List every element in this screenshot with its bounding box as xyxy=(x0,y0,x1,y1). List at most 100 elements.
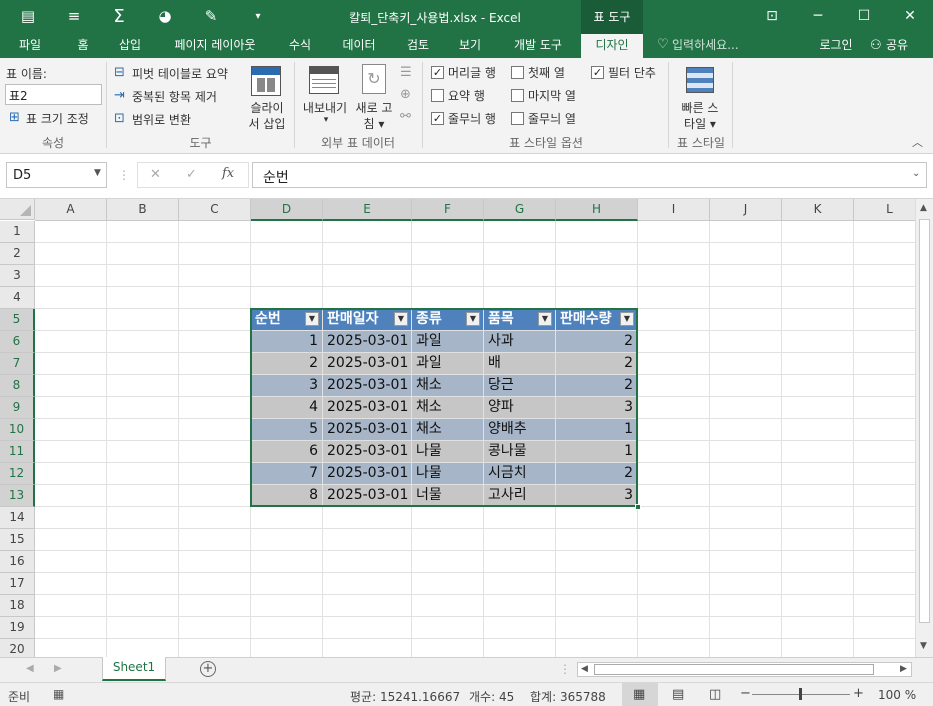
close-button[interactable]: ✕ xyxy=(888,0,932,32)
table-cell[interactable]: 너물 xyxy=(412,485,483,506)
row-header-14[interactable]: 14 xyxy=(0,507,35,529)
maximize-button[interactable]: ☐ xyxy=(842,0,886,32)
column-header-h[interactable]: H xyxy=(556,199,638,221)
summarize-pivot-button[interactable]: 피벗 테이블로 요약 xyxy=(132,65,228,82)
remove-duplicates-button[interactable]: 중복된 항목 제거 xyxy=(132,88,217,105)
table-cell[interactable]: 2 xyxy=(556,463,637,484)
ribbon-display-options-icon[interactable]: ⊡ xyxy=(750,0,794,32)
table-cell[interactable]: 3 xyxy=(251,375,322,396)
row-header-17[interactable]: 17 xyxy=(0,573,35,595)
save-icon[interactable]: ▤ xyxy=(12,0,44,32)
column-header-k[interactable]: K xyxy=(782,199,854,221)
convert-to-range-button[interactable]: 범위로 변환 xyxy=(132,111,191,128)
table-cell[interactable]: 6 xyxy=(251,441,322,462)
table-cell[interactable]: 나물 xyxy=(412,463,483,484)
row-header-7[interactable]: 7 xyxy=(0,353,35,375)
table-cell[interactable]: 2025-03-01 xyxy=(323,375,411,396)
table-cell[interactable]: 시금치 xyxy=(484,463,555,484)
refresh-button-line2[interactable]: 침 ▾ xyxy=(352,115,396,132)
resize-table-button[interactable]: 표 크기 조정 xyxy=(26,110,89,127)
page-layout-view-icon[interactable]: ▤ xyxy=(672,687,684,702)
qat-customize-icon[interactable]: ▾ xyxy=(242,0,274,32)
table-cell[interactable]: 1 xyxy=(556,419,637,440)
insert-slicer-line1[interactable]: 슬라이 xyxy=(247,99,287,116)
scroll-right-icon[interactable]: ▶ xyxy=(900,664,907,674)
table-cell[interactable]: 2025-03-01 xyxy=(323,441,411,462)
cancel-icon[interactable]: ✕ xyxy=(150,167,161,182)
table-cell[interactable]: 2025-03-01 xyxy=(323,397,411,418)
tell-me-input[interactable]: 입력하세요... xyxy=(672,34,748,58)
tab-review[interactable]: 검토 xyxy=(396,34,440,58)
table-cell[interactable]: 사과 xyxy=(484,331,555,352)
minimize-button[interactable]: ─ xyxy=(796,0,840,32)
row-header-8[interactable]: 8 xyxy=(0,375,35,397)
tab-view[interactable]: 보기 xyxy=(448,34,492,58)
first-column-checkbox[interactable] xyxy=(511,66,524,79)
login-link[interactable]: 로그인 xyxy=(810,34,862,58)
row-header-9[interactable]: 9 xyxy=(0,397,35,419)
table-cell[interactable]: 3 xyxy=(556,485,637,506)
column-header-i[interactable]: I xyxy=(638,199,710,221)
row-header-18[interactable]: 18 xyxy=(0,595,35,617)
menu-icon[interactable]: ≡ xyxy=(58,0,90,32)
tab-insert[interactable]: 삽입 xyxy=(108,34,152,58)
table-name-input[interactable]: 표2 xyxy=(5,84,102,105)
fill-handle[interactable] xyxy=(635,504,641,510)
filter-dropdown-icon[interactable]: ▼ xyxy=(620,312,634,326)
table-cell[interactable]: 3 xyxy=(556,397,637,418)
table-cell[interactable]: 2 xyxy=(556,353,637,374)
filter-dropdown-icon[interactable]: ▼ xyxy=(538,312,552,326)
tab-developer[interactable]: 개발 도구 xyxy=(500,34,576,58)
filter-button-checkbox[interactable]: ✓ xyxy=(591,66,604,79)
tab-home[interactable]: 홈 xyxy=(62,34,104,58)
row-header-20[interactable]: 20 xyxy=(0,639,35,657)
column-header-e[interactable]: E xyxy=(323,199,412,221)
table-cell[interactable]: 1 xyxy=(251,331,322,352)
table-cell[interactable]: 과일 xyxy=(412,331,483,352)
banded-rows-checkbox[interactable]: ✓ xyxy=(431,112,444,125)
row-header-15[interactable]: 15 xyxy=(0,529,35,551)
unlink-icon[interactable]: ⚯ xyxy=(400,110,411,123)
split-handle-icon[interactable]: ⋮ xyxy=(559,662,571,676)
name-box[interactable]: D5 xyxy=(6,162,107,188)
row-header-11[interactable]: 11 xyxy=(0,441,35,463)
share-button[interactable]: 공유 xyxy=(886,34,926,58)
zoom-in-icon[interactable]: + xyxy=(853,686,864,701)
row-header-6[interactable]: 6 xyxy=(0,331,35,353)
total-row-checkbox[interactable] xyxy=(431,89,444,102)
table-cell[interactable]: 고사리 xyxy=(484,485,555,506)
worksheet-grid[interactable]: ABCDEFGHIJKL 1 2 3 4 5 6 7 8 9 10 11 12 13 14 15 16 17 18… xyxy=(0,199,915,657)
column-header-d[interactable]: D xyxy=(251,199,323,221)
add-sheet-icon[interactable]: + xyxy=(200,661,216,677)
vertical-scrollbar[interactable]: ▲ ▼ xyxy=(915,199,933,657)
format-painter-icon[interactable]: ✎ xyxy=(195,0,227,32)
column-header-c[interactable]: C xyxy=(179,199,251,221)
horizontal-scrollbar[interactable]: ◀ ▶ xyxy=(577,662,912,677)
insert-function-icon[interactable]: fx xyxy=(222,166,234,181)
refresh-button-line1[interactable]: 새로 고 xyxy=(352,99,396,116)
collapse-ribbon-icon[interactable]: ︿ xyxy=(912,136,923,149)
table-cell[interactable]: 당근 xyxy=(484,375,555,396)
row-header-3[interactable]: 3 xyxy=(0,265,35,287)
row-header-10[interactable]: 10 xyxy=(0,419,35,441)
row-header-2[interactable]: 2 xyxy=(0,243,35,265)
tab-formulas[interactable]: 수식 xyxy=(278,34,322,58)
table-cell[interactable]: 콩나물 xyxy=(484,441,555,462)
table-cell[interactable]: 2025-03-01 xyxy=(323,419,411,440)
tab-data[interactable]: 데이터 xyxy=(330,34,388,58)
next-sheet-icon[interactable]: ▶ xyxy=(54,663,62,674)
header-row-checkbox[interactable]: ✓ xyxy=(431,66,444,79)
column-header-g[interactable]: G xyxy=(484,199,556,221)
tab-page-layout[interactable]: 페이지 레이아웃 xyxy=(160,34,270,58)
scroll-left-icon[interactable]: ◀ xyxy=(581,664,588,674)
table-cell[interactable]: 2025-03-01 xyxy=(323,463,411,484)
table-cell[interactable]: 8 xyxy=(251,485,322,506)
chart-icon[interactable]: ◕ xyxy=(149,0,181,32)
table-cell[interactable]: 2 xyxy=(251,353,322,374)
zoom-level[interactable]: 100 % xyxy=(878,688,916,702)
tab-design[interactable]: 디자인 xyxy=(581,34,643,58)
table-cell[interactable]: 배 xyxy=(484,353,555,374)
filter-dropdown-icon[interactable]: ▼ xyxy=(466,312,480,326)
table-cell[interactable]: 과일 xyxy=(412,353,483,374)
table-cell[interactable]: 양배추 xyxy=(484,419,555,440)
